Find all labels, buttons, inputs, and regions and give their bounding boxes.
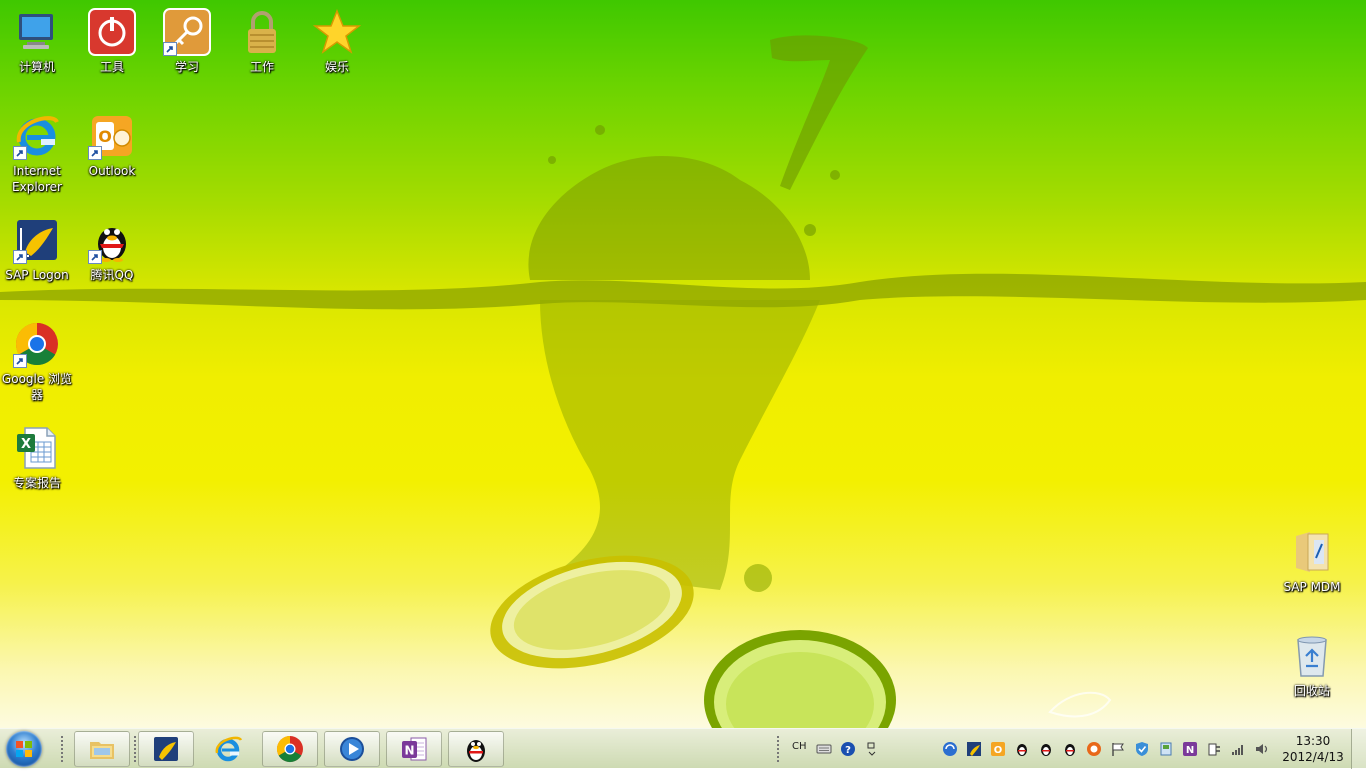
sap-logon-icon [154,737,178,761]
clock-date: 2012/4/13 [1282,750,1344,764]
language-bar: ? [812,729,884,769]
system-tray: O N [938,729,1274,769]
svg-text:X: X [21,437,31,452]
shortcut-arrow-icon [88,146,102,160]
sap-logon-icon[interactable] [964,739,984,759]
shortcut-arrow-icon [88,250,102,264]
start-button[interactable] [6,731,42,767]
folder-icon [1288,528,1336,576]
desktop-icon-qq[interactable]: 腾讯QQ [75,216,149,283]
security-shield-icon[interactable] [1132,739,1152,759]
taskbar-ie-button[interactable] [200,731,256,767]
taskbar-media-button[interactable] [324,731,380,767]
windows-logo-icon [16,741,32,757]
computer-icon [13,8,61,56]
shortcut-arrow-icon [163,42,177,56]
svg-text:N: N [1186,745,1194,756]
svg-text:N: N [404,744,414,758]
svg-text:O: O [994,745,1003,756]
wifi-signal-icon[interactable] [1228,739,1248,759]
taskbar-onenote-button[interactable]: N [386,731,442,767]
recycle-bin-icon [1288,632,1336,680]
taskbar: N CH ? O N 13:30 2012/4/13 [0,728,1366,769]
power-plug-icon[interactable] [1204,739,1224,759]
shortcut-arrow-icon [13,250,27,264]
icon-label: 娱乐 [324,60,349,74]
icon-label: Outlook [88,164,136,178]
outlook-icon[interactable]: O [988,739,1008,759]
key-icon [163,8,211,56]
chrome-icon [276,735,303,763]
icon-label: 工具 [99,60,124,74]
volume-icon[interactable] [1252,739,1272,759]
desktop-icon-tools[interactable]: 工具 [75,8,149,75]
onenote-icon[interactable]: N [1180,739,1200,759]
lemon-splash-art [0,35,1366,728]
svg-text:?: ? [845,745,851,756]
icon-label: 工作 [249,60,274,74]
desktop-icon-outlook[interactable]: O Outlook [75,112,149,179]
desktop-icon-report[interactable]: X 专案报告 [0,424,74,491]
icon-label: Google 浏览器 [1,372,73,402]
sync-icon[interactable] [940,739,960,759]
action-center-flag-icon[interactable] [1108,739,1128,759]
icon-label: SAP MDM [1283,580,1341,594]
clock-time: 13:30 [1295,734,1331,748]
taskbar-explorer-button[interactable] [74,731,130,767]
icon-label: Internet Explorer [12,164,62,194]
desktop-icon-sap-mdm[interactable]: SAP MDM [1275,528,1349,595]
desktop-icon-chrome[interactable]: Google 浏览器 [0,320,74,403]
power-icon [88,8,136,56]
icon-label: 专案报告 [12,476,61,490]
taskbar-grip[interactable] [776,735,780,763]
desktop-icon-recycle-bin[interactable]: 回收站 [1275,632,1349,699]
play-circle-icon [340,737,364,761]
language-bar-options-icon[interactable] [862,739,882,759]
svg-text:O: O [98,127,112,146]
taskbar-sap-logon-button[interactable] [138,731,194,767]
excel-document-icon: X [13,424,61,472]
desktop-wallpaper [0,0,1366,728]
icon-label: 腾讯QQ [90,268,134,282]
icon-label: SAP Logon [5,268,69,282]
desktop-icon-entertainment[interactable]: 娱乐 [300,8,374,75]
icon-label: 学习 [174,60,199,74]
qq-penguin-icon [467,740,485,762]
desktop-icon-computer[interactable]: 计算机 [0,8,74,75]
taskbar-grip[interactable] [60,735,64,763]
taskbar-chrome-button[interactable] [262,731,318,767]
taskbar-clock[interactable]: 13:30 2012/4/13 [1278,733,1348,765]
keyboard-icon[interactable] [814,739,834,759]
taskbar-qq-button[interactable] [448,731,504,767]
internet-explorer-icon [215,736,243,762]
icon-label: 计算机 [18,60,55,74]
internet-explorer-icon [13,112,61,160]
chrome-icon [13,320,61,368]
qq-penguin-icon[interactable] [1060,739,1080,759]
desktop-icon-internet-explorer[interactable]: Internet Explorer [0,112,74,195]
desktop-icon-sap-logon[interactable]: SAP Logon [0,216,74,283]
desktop-icon-work[interactable]: 工作 [225,8,299,75]
update-icon[interactable] [1084,739,1104,759]
taskbar-grip[interactable] [133,735,137,763]
qq-penguin-icon [88,216,136,264]
qq-penguin-icon[interactable] [1012,739,1032,759]
shortcut-arrow-icon [13,354,27,368]
sap-logon-icon [13,216,61,264]
desktop-icon-study[interactable]: 学习 [150,8,224,75]
star-icon [313,8,361,56]
icon-label: 回收站 [1293,684,1330,698]
help-icon[interactable]: ? [838,739,858,759]
folder-icon [90,742,114,759]
outlook-icon: O [88,112,136,160]
padlock-icon [238,8,286,56]
onenote-icon: N [402,737,427,761]
shortcut-arrow-icon [13,146,27,160]
show-desktop-button[interactable] [1351,729,1366,769]
input-language-indicator[interactable]: CH [792,741,807,752]
qq-penguin-icon[interactable] [1036,739,1056,759]
network-device-icon[interactable] [1156,739,1176,759]
